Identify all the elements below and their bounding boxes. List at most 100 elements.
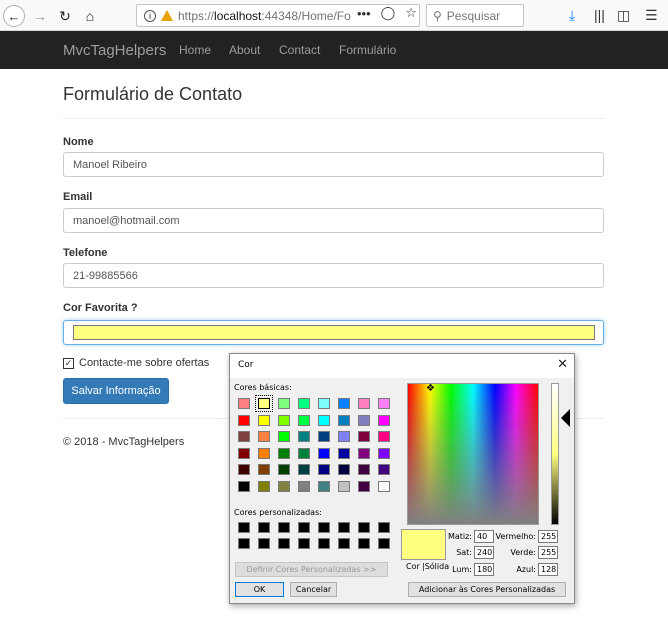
custom-color-swatch[interactable] <box>238 538 250 549</box>
basic-color-swatch[interactable] <box>338 414 350 426</box>
luminosity-arrow-icon[interactable] <box>561 409 570 427</box>
nav-link-contact[interactable]: Contact <box>279 43 320 57</box>
basic-color-swatch[interactable] <box>298 480 310 492</box>
basic-color-swatch[interactable] <box>378 480 390 492</box>
custom-color-swatch[interactable] <box>298 522 310 533</box>
phone-input[interactable] <box>63 263 604 288</box>
basic-color-swatch[interactable] <box>258 447 270 459</box>
custom-color-swatch[interactable] <box>338 538 350 549</box>
luminosity-slider[interactable] <box>551 383 559 525</box>
offers-checkbox[interactable]: ✓ <box>63 357 74 369</box>
basic-color-swatch[interactable] <box>378 414 390 426</box>
pocket-icon[interactable]: ◯ <box>381 5 396 21</box>
basic-color-swatch[interactable] <box>338 464 350 475</box>
basic-color-swatch[interactable] <box>278 431 290 442</box>
offers-checkbox-row[interactable]: ✓ Contacte-me sobre ofertas <box>63 357 209 369</box>
info-icon[interactable]: i <box>144 9 156 22</box>
basic-color-swatch[interactable] <box>278 447 290 459</box>
basic-color-swatch[interactable] <box>238 414 250 426</box>
name-input[interactable] <box>63 152 604 177</box>
basic-color-swatch[interactable] <box>298 447 310 459</box>
cancel-button[interactable]: Cancelar <box>290 582 337 597</box>
close-icon[interactable]: ✕ <box>557 357 568 372</box>
nav-link-form[interactable]: Formulário <box>339 43 396 57</box>
site-brand[interactable]: MvcTagHelpers <box>63 42 166 59</box>
library-icon[interactable]: ||| <box>594 7 605 23</box>
custom-color-swatch[interactable] <box>258 522 270 533</box>
basic-color-swatch[interactable] <box>258 464 270 475</box>
basic-color-swatch[interactable] <box>358 447 370 459</box>
red-input[interactable]: 255 <box>538 530 558 543</box>
forward-icon[interactable]: → <box>29 5 51 27</box>
basic-color-swatch[interactable] <box>258 431 270 442</box>
basic-color-swatch[interactable] <box>258 414 270 426</box>
basic-color-swatch[interactable] <box>278 464 290 475</box>
custom-color-swatch[interactable] <box>318 522 330 533</box>
custom-color-swatch[interactable] <box>318 538 330 549</box>
basic-color-swatch[interactable] <box>318 480 330 492</box>
basic-color-swatch[interactable] <box>318 464 330 475</box>
sidebar-icon[interactable]: ◫ <box>617 7 630 24</box>
custom-color-swatch[interactable] <box>378 538 390 549</box>
ok-button[interactable]: OK <box>235 582 284 597</box>
add-custom-color-button[interactable]: Adicionar às Cores Personalizadas <box>408 582 566 597</box>
menu-icon[interactable]: ☰ <box>645 7 658 24</box>
nav-link-about[interactable]: About <box>229 43 260 57</box>
custom-color-swatch[interactable] <box>278 538 290 549</box>
email-input[interactable] <box>63 208 604 233</box>
basic-color-swatch[interactable] <box>338 431 350 442</box>
nav-link-home[interactable]: Home <box>179 43 211 57</box>
basic-color-swatch[interactable] <box>358 464 370 475</box>
hue-input[interactable]: 40 <box>474 530 494 543</box>
basic-color-swatch[interactable] <box>238 398 250 409</box>
offers-label[interactable]: Contacte-me sobre ofertas <box>79 357 209 369</box>
basic-color-swatch[interactable] <box>318 398 330 409</box>
basic-color-swatch[interactable] <box>238 431 250 442</box>
sat-input[interactable]: 240 <box>474 546 494 559</box>
basic-color-swatch[interactable] <box>278 414 290 426</box>
basic-color-swatch[interactable] <box>278 398 290 409</box>
basic-color-swatch[interactable] <box>358 414 370 426</box>
submit-button[interactable]: Salvar Informação <box>63 378 169 404</box>
basic-color-swatch[interactable] <box>338 447 350 459</box>
color-spectrum[interactable]: ❖ <box>407 383 539 525</box>
basic-color-swatch[interactable] <box>318 431 330 442</box>
dialog-titlebar[interactable]: Cor ✕ <box>230 354 574 378</box>
basic-color-swatch[interactable] <box>238 447 250 459</box>
custom-color-swatch[interactable] <box>238 522 250 533</box>
custom-color-swatch[interactable] <box>298 538 310 549</box>
custom-color-swatch[interactable] <box>278 522 290 533</box>
basic-color-swatch[interactable] <box>358 398 370 409</box>
more-icon[interactable]: ••• <box>357 6 371 21</box>
blue-input[interactable]: 128 <box>538 563 558 576</box>
basic-color-swatch[interactable] <box>338 398 350 409</box>
reload-icon[interactable]: ↻ <box>54 5 76 27</box>
custom-color-swatch[interactable] <box>258 538 270 549</box>
basic-color-swatch[interactable] <box>378 447 390 459</box>
color-input-swatch[interactable] <box>73 325 595 340</box>
basic-color-swatch[interactable] <box>318 447 330 459</box>
home-icon[interactable]: ⌂ <box>79 5 101 27</box>
basic-color-swatch[interactable] <box>238 480 250 492</box>
custom-color-swatch[interactable] <box>358 522 370 533</box>
search-box[interactable]: ⚲ Pesquisar <box>426 4 524 27</box>
color-input[interactable] <box>63 320 604 345</box>
basic-color-swatch[interactable] <box>298 464 310 475</box>
basic-color-swatch[interactable] <box>258 480 270 492</box>
lum-input[interactable]: 180 <box>474 563 494 576</box>
basic-color-swatch[interactable] <box>378 398 390 409</box>
green-input[interactable]: 255 <box>538 546 558 559</box>
basic-color-swatch[interactable] <box>255 395 273 412</box>
basic-color-swatch[interactable] <box>378 431 390 442</box>
basic-color-swatch[interactable] <box>298 431 310 442</box>
basic-color-swatch[interactable] <box>358 480 370 492</box>
back-icon[interactable]: ← <box>3 5 25 27</box>
warning-icon[interactable] <box>161 10 173 21</box>
custom-color-swatch[interactable] <box>378 522 390 533</box>
star-icon[interactable]: ☆ <box>405 5 417 21</box>
basic-color-swatch[interactable] <box>358 431 370 442</box>
basic-color-swatch[interactable] <box>318 414 330 426</box>
basic-color-swatch[interactable] <box>278 480 290 492</box>
basic-color-swatch[interactable] <box>378 464 390 475</box>
custom-color-swatch[interactable] <box>358 538 370 549</box>
